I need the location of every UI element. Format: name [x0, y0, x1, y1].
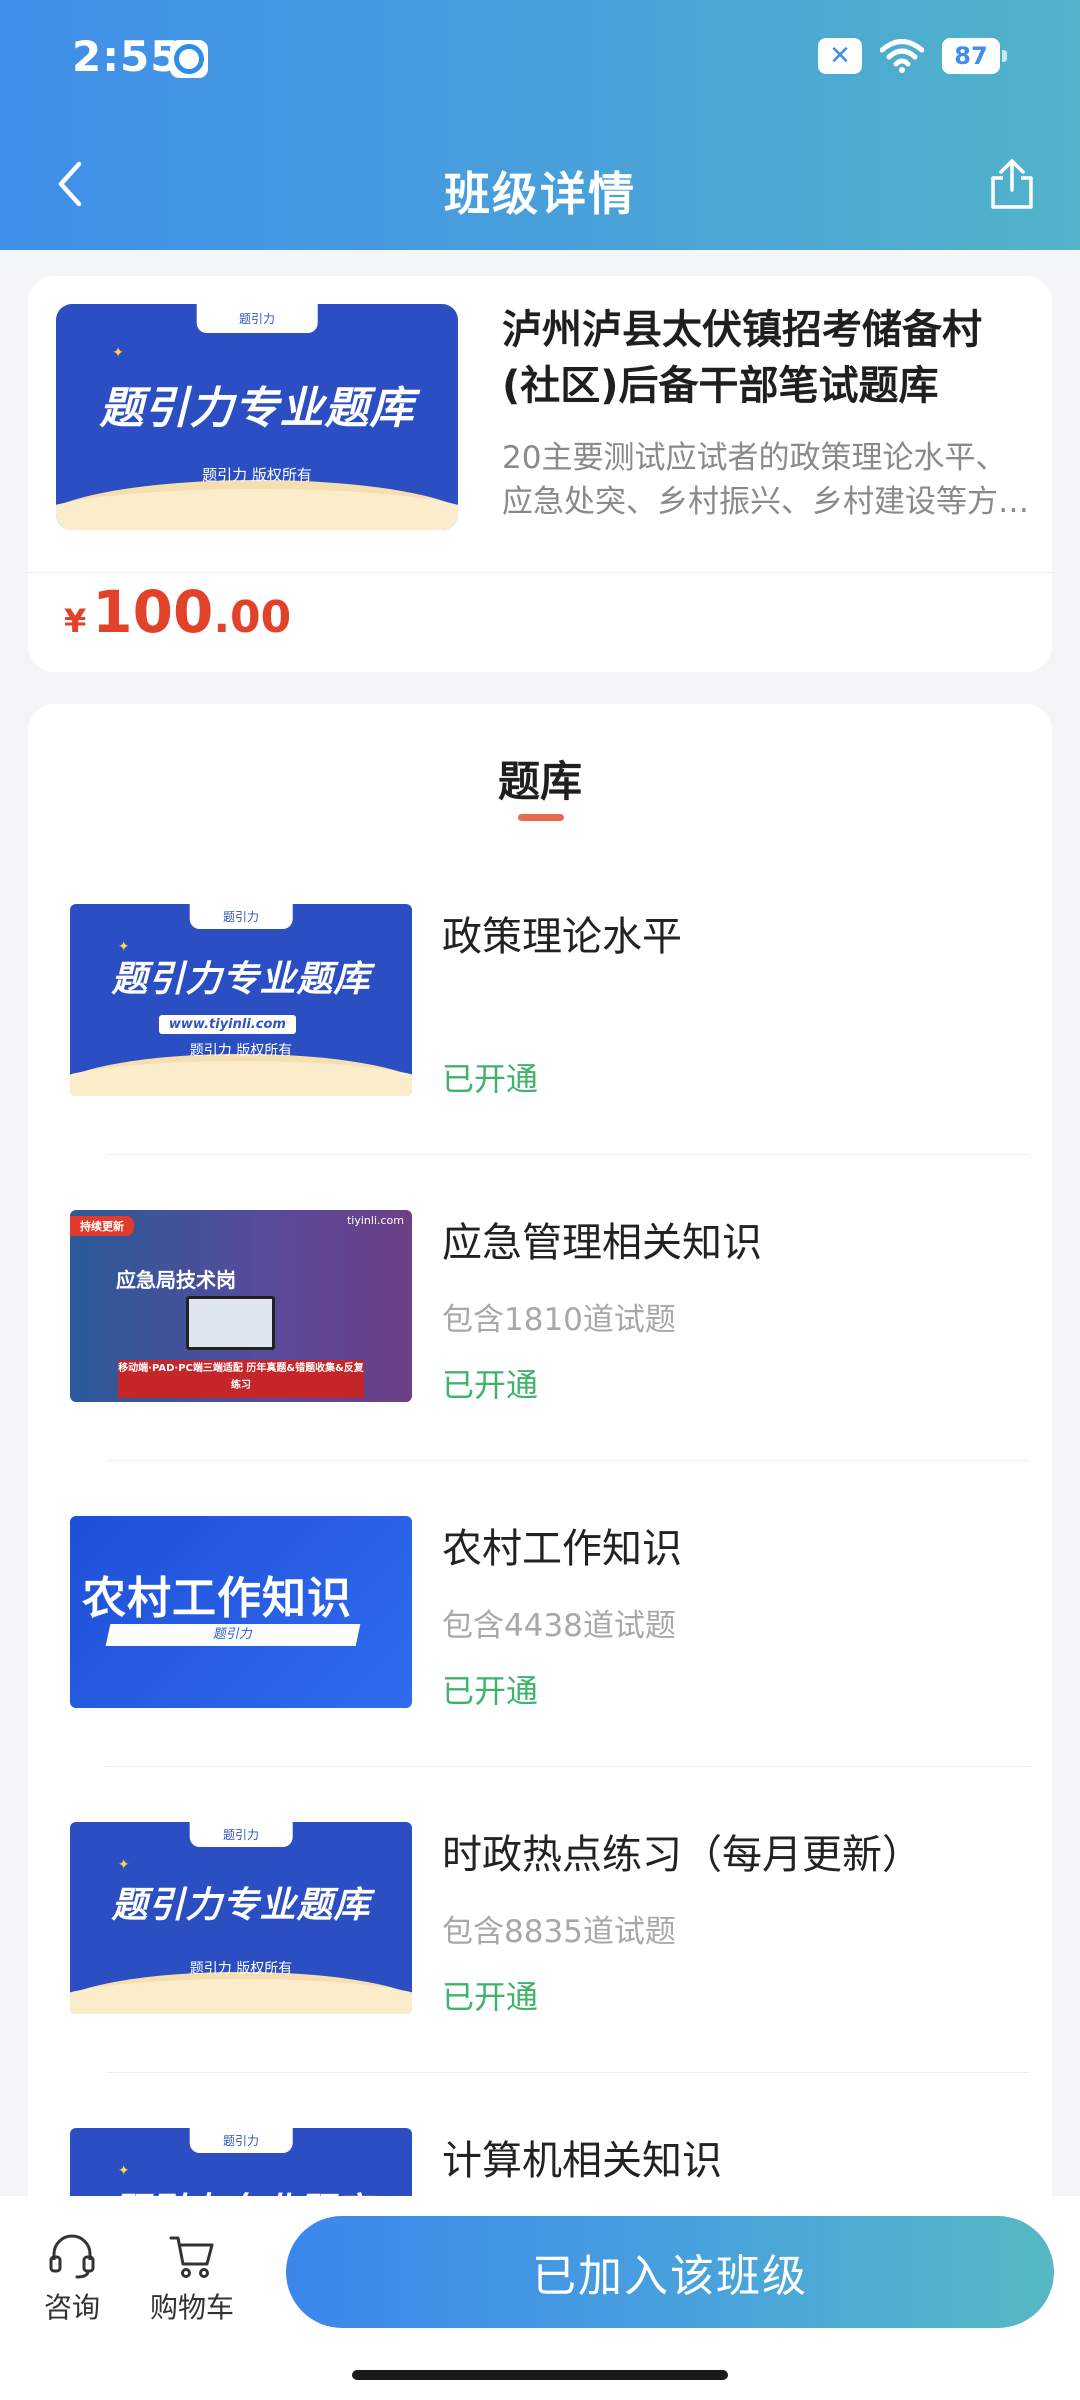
thumb-ribbon: 持续更新	[70, 1216, 134, 1236]
price-currency: ¥	[64, 602, 87, 640]
thumb-logo: tiyinli.com	[346, 1214, 404, 1227]
thumb-headline: 题引力专业题库	[111, 959, 371, 1001]
star-icon: ✦	[117, 2162, 130, 2179]
cart-icon	[166, 2230, 218, 2282]
item-status: 已开通	[442, 1978, 539, 2016]
list-item[interactable]: 持续更新 tiyinli.com 应急局技术岗 移动端·PAD·PC端三端适配 …	[70, 1210, 1030, 1516]
header: 2:55 ✕ 87 班级详情	[0, 0, 1080, 250]
list-item[interactable]: 题引力 ✦ 题引力专业题库 www.tiyinli.com 题引力 版权所有 政…	[70, 904, 1030, 1210]
cover-caption: 题引力 版权所有	[202, 465, 312, 484]
wifi-icon	[880, 39, 924, 73]
item-question-count: 包含1810道试题	[442, 1302, 676, 1338]
joined-class-button[interactable]: 已加入该班级	[286, 2216, 1054, 2328]
consult-label: 咨询	[44, 2291, 101, 2324]
star-icon: ✦	[112, 344, 124, 361]
cover-headline: 题引力专业题库	[99, 382, 415, 434]
divider	[106, 1154, 1030, 1155]
item-question-count: 包含8835道试题	[442, 1914, 676, 1950]
item-title: 政策理论水平	[442, 914, 682, 960]
item-status: 已开通	[442, 1366, 539, 1404]
question-bank-panel: 题库 题引力 ✦ 题引力专业题库 www.tiyinli.com 题引力 版权所…	[28, 704, 1052, 2400]
item-thumbnail: 题引力 ✦ 题引力专业题库 题引力 版权所有	[70, 1822, 412, 2014]
item-thumbnail: 题引力 ✦ 题引力专业题库 www.tiyinli.com 题引力 版权所有	[70, 904, 412, 1096]
divider	[106, 1766, 1030, 1767]
class-info-card: 题引力 ✦ 题引力专业题库 题引力 版权所有 泸州泸县太伏镇招考储备村(社区)后…	[28, 276, 1052, 672]
item-thumbnail: 持续更新 tiyinli.com 应急局技术岗 移动端·PAD·PC端三端适配 …	[70, 1210, 412, 1402]
thumb-headline: 题引力专业题库	[111, 1884, 371, 1926]
consult-button[interactable]: 咨询	[44, 2230, 100, 2326]
thumb-caption: 题引力 版权所有	[189, 1042, 293, 1059]
price-decimal: .00	[213, 592, 292, 643]
item-question-count: 包含4438道试题	[442, 1608, 676, 1644]
headset-icon	[46, 2230, 98, 2282]
class-cover-image: 题引力 ✦ 题引力专业题库 题引力 版权所有	[56, 304, 458, 530]
item-status: 已开通	[442, 1060, 539, 1098]
status-bar: 2:55 ✕ 87	[0, 0, 1080, 118]
divider	[106, 2072, 1030, 2073]
status-time: 2:55	[72, 32, 181, 81]
no-sim-icon: ✕	[818, 38, 862, 74]
class-title: 泸州泸县太伏镇招考储备村(社区)后备干部笔试题库	[502, 307, 982, 409]
star-icon: ✦	[117, 1856, 130, 1873]
thumb-heading: 应急局技术岗	[116, 1267, 237, 1292]
item-status: 已开通	[442, 1672, 539, 1710]
home-indicator[interactable]	[352, 2370, 728, 2380]
page-title: 班级详情	[444, 167, 636, 221]
class-description: 20主要测试应试者的政策理论水平、应急处突、乡村振兴、乡村建设等方面的知识	[502, 440, 1029, 520]
item-title: 农村工作知识	[442, 1526, 682, 1572]
thumb-caption: 题引力 版权所有	[189, 1960, 293, 1977]
item-thumbnail: 农村工作知识 题引力	[70, 1516, 412, 1708]
divider	[28, 572, 1052, 573]
list-item[interactable]: 农村工作知识 题引力 农村工作知识 包含4438道试题 已开通	[70, 1516, 1030, 1822]
cart-button[interactable]: 购物车	[150, 2230, 234, 2326]
list-item[interactable]: 题引力 ✦ 题引力专业题库 题引力 版权所有 时政热点练习（每月更新） 包含88…	[70, 1822, 1030, 2128]
app-notification-icon	[170, 40, 208, 78]
thumb-headline: 农村工作知识	[82, 1573, 352, 1624]
thumb-tab-label: 题引力	[189, 1822, 293, 1847]
share-icon	[991, 159, 1033, 209]
thumb-bar: 题引力	[105, 1624, 361, 1646]
thumb-tab-label: 题引力	[189, 2128, 293, 2153]
thumb-tab-label: 题引力	[189, 904, 293, 929]
price-integer: 100	[92, 578, 214, 646]
section-title: 题库	[497, 757, 582, 806]
thumb-banner: 移动端·PAD·PC端三端适配 历年真题&错题收集&反复练习	[117, 1359, 365, 1399]
section-title-underline	[518, 814, 564, 821]
item-title: 计算机相关知识	[442, 2138, 722, 2184]
divider	[106, 1460, 1030, 1461]
thumb-url: www.tiyinli.com	[158, 1015, 296, 1035]
battery-icon: 87	[942, 38, 1007, 74]
item-title: 时政热点练习（每月更新）	[442, 1832, 922, 1878]
nav-bar: 班级详情	[0, 118, 1080, 250]
price: ¥ 100 .00	[64, 578, 291, 646]
item-title: 应急管理相关知识	[442, 1220, 762, 1266]
cart-label: 购物车	[150, 2291, 235, 2324]
device-mockup	[186, 1296, 276, 1351]
share-button[interactable]	[980, 152, 1044, 216]
status-indicators: ✕ 87	[818, 38, 1007, 74]
cover-tab-label: 题引力	[196, 304, 318, 334]
